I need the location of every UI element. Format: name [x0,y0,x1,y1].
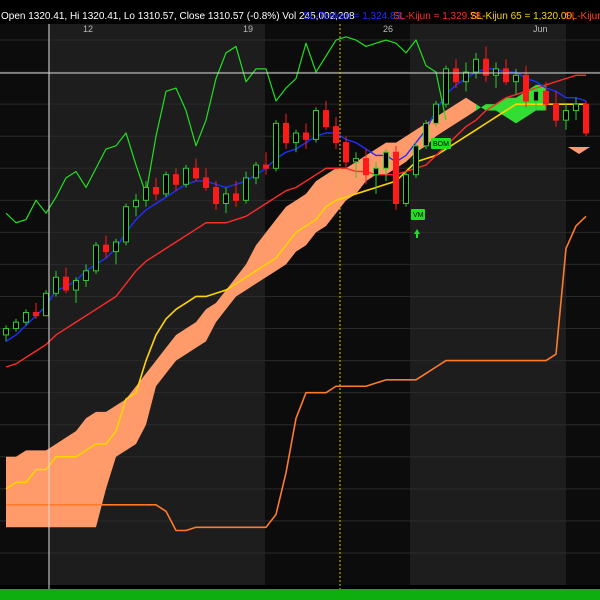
indicator-kijun65-label: SL-Kijun 65 = 1,320.00, [470,11,575,22]
candle-body [23,312,29,323]
candle-body [213,186,219,205]
candle-body [13,321,19,330]
candle-body [563,110,569,121]
candle-body [303,132,309,140]
candle-body [573,103,579,112]
candle-body [443,68,449,105]
candle-body [203,177,209,188]
candle-body [63,276,69,291]
candle-body [343,142,349,163]
candle-body [373,167,379,176]
candle-body [193,167,199,179]
candle-body [333,126,339,144]
candle-body [243,177,249,201]
candle-body [583,103,589,134]
candle-body [143,186,149,201]
candle-body [53,276,59,294]
candle-body [383,151,389,169]
cloud-segment [56,437,66,528]
vm-signal-label: VM [413,212,424,219]
candle-body [183,167,189,185]
candle-body [403,174,409,205]
candle-body [523,74,529,102]
cloud-segment [316,174,326,233]
candle-body [363,158,369,176]
candle-body [283,122,289,144]
candle-body [353,158,359,163]
cloud-segment [86,411,96,528]
candle-body [103,244,109,253]
candle-body [543,90,549,105]
bottom-status-bar [0,589,600,600]
candle-body [503,68,509,83]
candle-body [393,151,399,205]
candle-body [273,122,279,169]
x-tick-label: 19 [243,24,253,34]
indicator-kijun-long-label: SL-Kijun [565,11,600,22]
x-tick-label: 26 [383,24,393,34]
x-tick-label: Jun [533,24,548,34]
candle-body [473,58,479,73]
candle-body [43,292,49,317]
cloud-segment [16,450,26,528]
candle-body [533,90,539,102]
candle-body [253,164,259,179]
candle-body [163,174,169,195]
candle-body [133,199,139,208]
x-tick-label: 12 [83,24,93,34]
candle-body [33,312,39,317]
candle-body [323,110,329,128]
cloud-segment [36,450,46,528]
candle-body [413,145,419,176]
candle-body [83,270,89,281]
candle-body [153,186,159,195]
candle-body [223,193,229,205]
candle-body [553,103,559,121]
candle-body [173,174,179,185]
candle-body [3,328,9,336]
cloud-segment [66,431,76,528]
indicator-tenkan-label: SL-Tenkan = 1,324.83, [303,11,404,22]
ichimoku-chart: BOM VM 12 19 26 Jun Open 1320.41, Hi 1320.41… [0,0,600,600]
candle-body [433,103,439,124]
candle-body [313,110,319,140]
candle-body [123,206,129,243]
cloud-segment [296,193,306,252]
background-band [265,24,410,585]
header-bar: Open 1320.41, Hi 1320.41, Lo 1310.57, Cl… [0,9,600,22]
candle-body [293,132,299,144]
candle-body [423,122,429,147]
cloud-segment [76,418,86,528]
ohlc-readout: Open 1320.41, Hi 1320.41, Lo 1310.57, Cl… [1,11,355,22]
candle-body [453,68,459,83]
cloud-segment [26,450,36,528]
candle-body [463,71,469,83]
candle-body [113,241,119,253]
candle-body [513,74,519,83]
bom-signal-label: BOM [433,141,449,148]
cloud-segment [46,443,56,528]
candle-body [73,279,79,291]
candle-body [93,244,99,272]
cloud-segment [6,456,16,528]
candle-body [233,193,239,201]
candle-body [493,68,499,76]
candle-body [263,164,269,169]
